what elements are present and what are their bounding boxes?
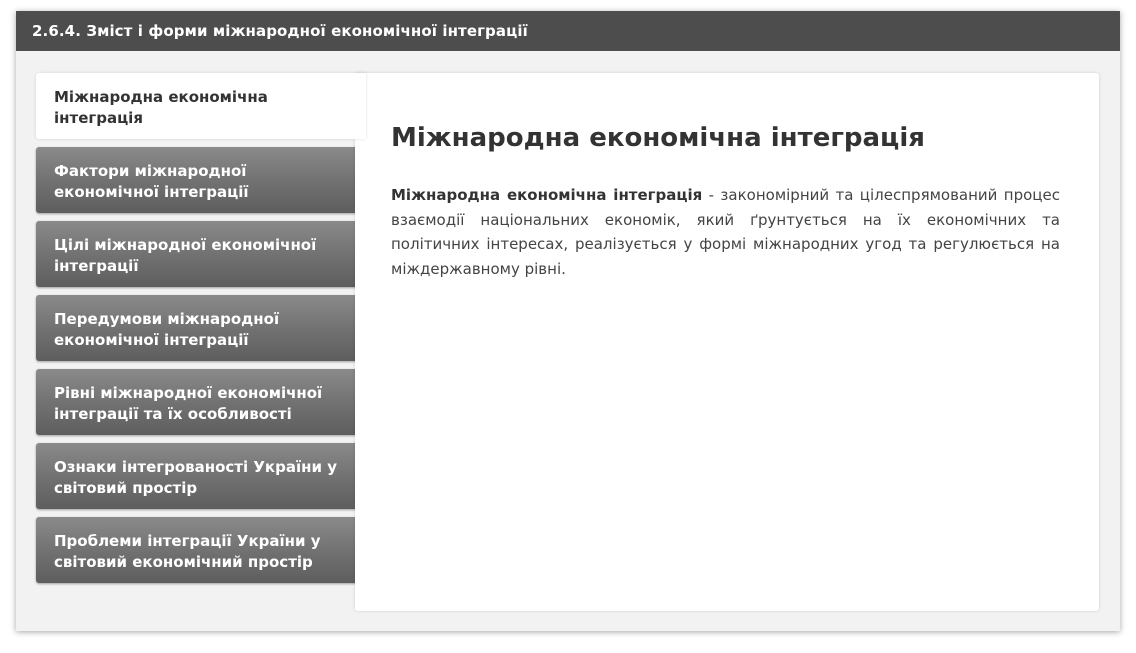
lesson-frame: 2.6.4. Зміст і форми міжнародної економі… bbox=[16, 11, 1120, 631]
tab-label: Передумови міжнародної економічної інтег… bbox=[54, 310, 280, 349]
tab-label: Ознаки інтегрованості України у світовий… bbox=[54, 458, 337, 497]
tab-label: Фактори міжнародної економічної інтеграц… bbox=[54, 162, 249, 201]
tab-integration-factors[interactable]: Фактори міжнародної економічної інтеграц… bbox=[36, 147, 356, 213]
section-title: 2.6.4. Зміст і форми міжнародної економі… bbox=[16, 11, 1120, 51]
tab-list: Міжнародна економічна інтеграція Фактори… bbox=[36, 73, 366, 591]
content-definition: Міжнародна економічна інтеграція - закон… bbox=[391, 183, 1060, 281]
tab-integration-levels[interactable]: Рівні міжнародної економічної інтеграції… bbox=[36, 369, 356, 435]
tab-label: Проблеми інтеграції України у світовий е… bbox=[54, 532, 321, 571]
tab-label: Рівні міжнародної економічної інтеграції… bbox=[54, 384, 323, 423]
tab-label: Цілі міжнародної економічної інтеграції bbox=[54, 236, 317, 275]
tab-integration-goals[interactable]: Цілі міжнародної економічної інтеграції bbox=[36, 221, 356, 287]
tab-ukraine-integration-problems[interactable]: Проблеми інтеграції України у світовий е… bbox=[36, 517, 356, 583]
content-title: Міжнародна економічна інтеграція bbox=[391, 123, 925, 153]
tab-integration-preconditions[interactable]: Передумови міжнародної економічної інтег… bbox=[36, 295, 356, 361]
tab-ukraine-integration-signs[interactable]: Ознаки інтегрованості України у світовий… bbox=[36, 443, 356, 509]
tab-label: Міжнародна економічна інтеграція bbox=[54, 88, 268, 127]
definition-term: Міжнародна економічна інтеграція bbox=[391, 186, 703, 204]
tab-international-integration[interactable]: Міжнародна економічна інтеграція bbox=[36, 73, 366, 139]
tab-content-panel: Міжнародна економічна інтеграція Міжнаро… bbox=[355, 73, 1099, 611]
